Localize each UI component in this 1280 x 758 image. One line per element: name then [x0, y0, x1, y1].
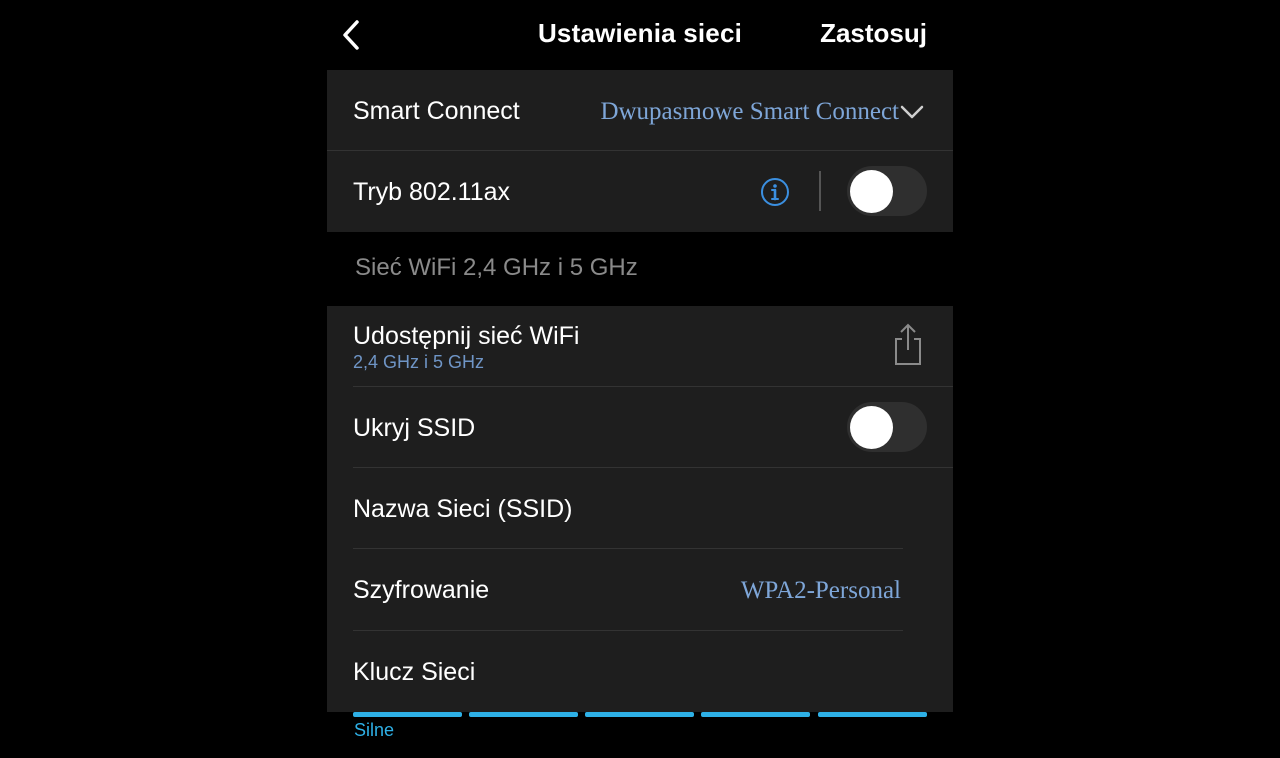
strength-segment — [701, 712, 810, 717]
strength-segment — [353, 712, 462, 717]
strength-segment — [818, 712, 927, 717]
encryption-value[interactable]: WPA2-Personal — [741, 577, 901, 605]
chevron-down-icon[interactable] — [899, 103, 925, 121]
share-wifi-label: Udostępnij sieć WiFi — [353, 322, 580, 350]
info-icon[interactable] — [760, 177, 790, 207]
mode-ax-label: Tryb 802.11ax — [353, 178, 511, 206]
network-key-row[interactable]: Klucz Sieci — [327, 631, 953, 712]
share-wifi-sublabel: 2,4 GHz i 5 GHz — [353, 352, 485, 372]
ssid-label: Nazwa Sieci (SSID) — [353, 495, 573, 523]
wifi-settings-card: Udostępnij sieć WiFi 2,4 GHz i 5 GHz Ukr… — [327, 306, 953, 712]
password-strength-label: Silne — [354, 720, 395, 740]
mode-ax-row: Tryb 802.11ax — [327, 151, 953, 232]
divider — [819, 171, 821, 211]
share-wifi-row[interactable]: Udostępnij sieć WiFi 2,4 GHz i 5 GHz — [327, 306, 953, 386]
smart-connect-row[interactable]: Smart Connect Dwupasmowe Smart Connect — [327, 70, 953, 150]
apply-button[interactable]: Zastosuj — [820, 18, 927, 49]
general-settings-card: Smart Connect Dwupasmowe Smart Connect T… — [327, 70, 953, 232]
section-title: Sieć WiFi 2,4 GHz i 5 GHz — [355, 254, 638, 281]
strength-segment — [469, 712, 578, 717]
strength-segment — [585, 712, 694, 717]
smart-connect-value[interactable]: Dwupasmowe Smart Connect — [600, 98, 899, 126]
share-icon[interactable] — [891, 322, 925, 368]
encryption-label: Szyfrowanie — [353, 576, 490, 604]
toggle-knob — [850, 406, 893, 449]
network-settings-screen: Ustawienia sieci Zastosuj Smart Connect … — [327, 0, 953, 758]
ssid-row[interactable]: Nazwa Sieci (SSID) — [327, 468, 953, 548]
password-strength-bar — [353, 712, 927, 717]
smart-connect-label: Smart Connect — [353, 97, 520, 125]
hide-ssid-toggle[interactable] — [847, 402, 927, 452]
encryption-row[interactable]: Szyfrowanie WPA2-Personal — [327, 549, 953, 629]
mode-ax-toggle[interactable] — [847, 166, 927, 216]
hide-ssid-label: Ukryj SSID — [353, 414, 476, 442]
toggle-knob — [850, 170, 893, 213]
network-key-label: Klucz Sieci — [353, 658, 476, 686]
header: Ustawienia sieci Zastosuj — [327, 0, 953, 70]
hide-ssid-row: Ukryj SSID — [327, 387, 953, 467]
